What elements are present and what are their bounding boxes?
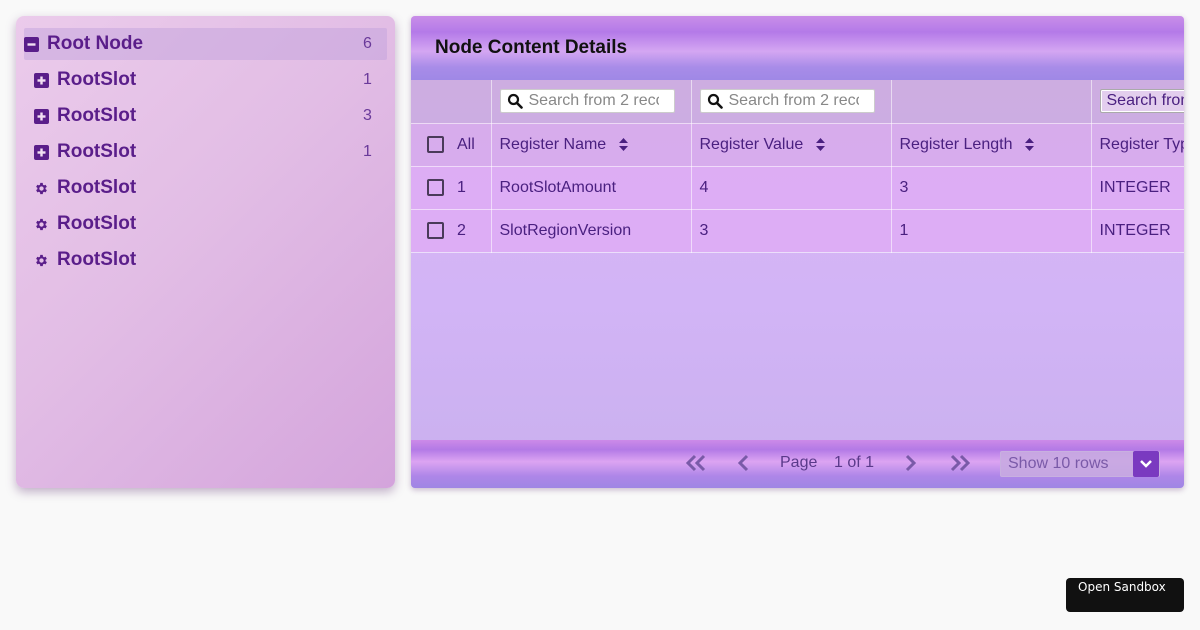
tree-root-node[interactable]: Root Node 6 bbox=[24, 28, 387, 60]
tree-item[interactable]: RootSlot 3 bbox=[34, 100, 387, 132]
header-register-length-label: Register Length bbox=[899, 135, 1013, 153]
page-label: Page bbox=[780, 454, 818, 471]
row-index: 1 bbox=[457, 178, 466, 196]
header-select-all[interactable]: All bbox=[411, 123, 492, 167]
table-row[interactable]: 1 RootSlotAmount 4 3 INTEGER bbox=[411, 166, 1184, 210]
filter-cell-name bbox=[491, 80, 692, 124]
tree-item[interactable]: RootSlot bbox=[34, 244, 387, 276]
table-row[interactable]: 2 SlotRegionVersion 3 1 INTEGER bbox=[411, 209, 1184, 253]
plus-square-icon[interactable] bbox=[34, 144, 49, 160]
tree-item-label: RootSlot bbox=[57, 141, 137, 162]
tree-item[interactable]: RootSlot 1 bbox=[34, 64, 387, 96]
plus-square-icon[interactable] bbox=[34, 72, 49, 88]
cell-register-name: RootSlotAmount bbox=[491, 166, 692, 210]
first-page-icon[interactable] bbox=[685, 454, 707, 477]
cell-register-length: 1 bbox=[891, 209, 1092, 253]
filter-cell-length bbox=[891, 80, 1092, 124]
cell-register-type: INTEGER bbox=[1091, 166, 1184, 210]
header-register-name[interactable]: Register Name bbox=[491, 123, 692, 167]
header-row: All Register Name Register Value Registe… bbox=[411, 123, 1185, 167]
sort-icon[interactable] bbox=[1024, 137, 1034, 151]
open-sandbox-button[interactable]: Open Sandbox bbox=[1066, 578, 1184, 612]
header-register-value-label: Register Value bbox=[699, 135, 804, 153]
row-select-cell: 2 bbox=[411, 209, 492, 253]
tree-item-label: RootSlot bbox=[57, 213, 137, 234]
search-icon bbox=[507, 94, 523, 110]
rows-per-page-value: Show 10 rows bbox=[1008, 455, 1109, 472]
tree-panel: Root Node 6 RootSlot 1 RootSlot 3 RootSl… bbox=[16, 16, 395, 488]
name-search-input[interactable] bbox=[528, 92, 659, 111]
filter-cell-value bbox=[691, 80, 892, 124]
sort-icon[interactable] bbox=[815, 137, 825, 151]
header-register-type[interactable]: Register Type bbox=[1091, 123, 1185, 167]
header-register-length[interactable]: Register Length bbox=[891, 123, 1092, 167]
tree-item-label: RootSlot bbox=[57, 69, 137, 90]
panel-title: Node Content Details bbox=[435, 37, 628, 58]
filter-cell-empty bbox=[411, 80, 492, 124]
minus-square-icon[interactable] bbox=[24, 36, 39, 52]
filter-cell-type: Search from bbox=[1091, 80, 1184, 124]
plus-square-icon[interactable] bbox=[34, 108, 49, 124]
cell-register-name: SlotRegionVersion bbox=[491, 209, 692, 253]
gear-icon bbox=[34, 217, 49, 232]
select-all-checkbox[interactable] bbox=[427, 136, 444, 153]
tree-item-label: RootSlot bbox=[57, 105, 137, 126]
gear-icon bbox=[34, 181, 49, 196]
search-icon bbox=[707, 94, 723, 110]
header-register-type-label: Register Type bbox=[1099, 135, 1185, 153]
header-register-value[interactable]: Register Value bbox=[691, 123, 892, 167]
rows-per-page-select[interactable]: Show 10 rows bbox=[1000, 451, 1160, 477]
value-search-box[interactable] bbox=[699, 89, 875, 114]
sort-icon[interactable] bbox=[618, 137, 628, 151]
value-search-input[interactable] bbox=[728, 92, 859, 111]
page-info: 1 of 1 bbox=[834, 454, 875, 471]
tree-item-count: 1 bbox=[363, 71, 372, 88]
row-index: 2 bbox=[457, 221, 466, 239]
tree-item-label: RootSlot bbox=[57, 177, 137, 198]
cell-register-value: 4 bbox=[691, 166, 892, 210]
row-select-cell: 1 bbox=[411, 166, 492, 210]
cell-register-type: INTEGER bbox=[1091, 209, 1184, 253]
pager: Page 1 of 1 Show 10 rows bbox=[411, 440, 1184, 488]
gear-icon bbox=[34, 253, 49, 268]
last-page-icon[interactable] bbox=[949, 454, 971, 477]
tree-item[interactable]: RootSlot bbox=[34, 208, 387, 240]
tree-root-count: 6 bbox=[363, 35, 372, 52]
node-content-panel: Node Content Details Search from 2 recor… bbox=[411, 16, 1184, 488]
register-table: Search from All Register Name Register V… bbox=[411, 80, 1184, 253]
tree-item[interactable]: RootSlot bbox=[34, 172, 387, 204]
name-search-box[interactable] bbox=[499, 89, 675, 114]
prev-page-icon[interactable] bbox=[737, 454, 749, 477]
next-page-icon[interactable] bbox=[905, 454, 917, 477]
cell-register-length: 3 bbox=[891, 166, 1092, 210]
cell-register-value: 3 bbox=[691, 209, 892, 253]
row-checkbox[interactable] bbox=[427, 179, 444, 196]
chevron-down-icon[interactable] bbox=[1133, 451, 1159, 477]
panel-header: Node Content Details bbox=[411, 16, 1184, 80]
tree-item-count: 3 bbox=[363, 107, 372, 124]
tree-item[interactable]: RootSlot 1 bbox=[34, 136, 387, 168]
row-checkbox[interactable] bbox=[427, 222, 444, 239]
type-search-button[interactable]: Search from bbox=[1099, 89, 1184, 114]
header-register-name-label: Register Name bbox=[499, 135, 607, 153]
tree-root-label: Root Node bbox=[47, 33, 144, 54]
select-all-label: All bbox=[457, 135, 475, 153]
tree-item-label: RootSlot bbox=[57, 249, 137, 270]
tree-item-count: 1 bbox=[363, 143, 372, 160]
filter-row: Search from bbox=[411, 80, 1184, 124]
